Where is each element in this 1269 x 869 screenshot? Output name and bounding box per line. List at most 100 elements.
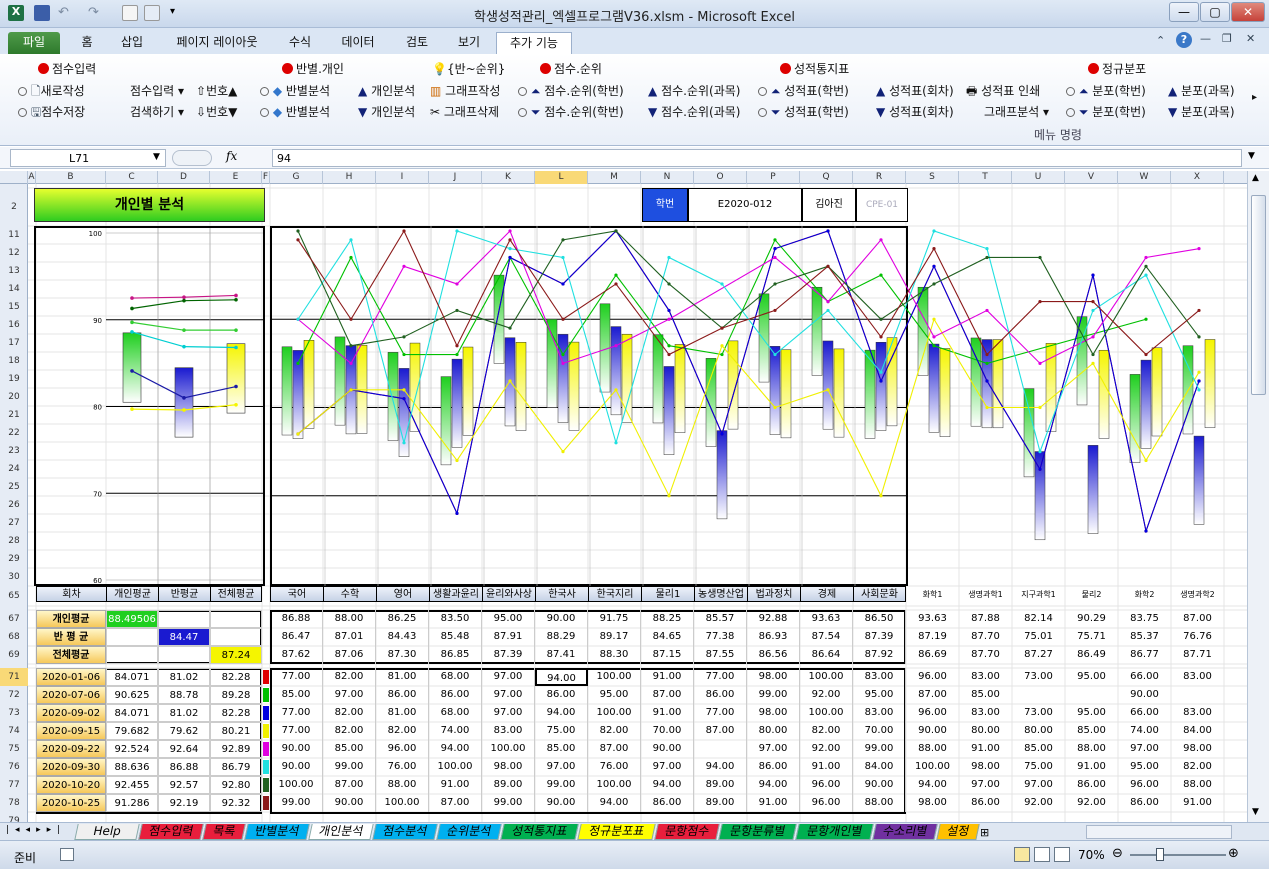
row-header-72[interactable]: 72 bbox=[0, 686, 28, 704]
score-cell[interactable]: 97.00 bbox=[747, 740, 800, 758]
score-cell[interactable]: 92.00 bbox=[800, 740, 853, 758]
sheet-tab-10[interactable]: 문항분류별 bbox=[718, 824, 797, 840]
column-header-i[interactable]: I bbox=[376, 171, 429, 184]
row-header-15[interactable]: 15 bbox=[0, 298, 28, 316]
score-cell[interactable]: 85.00 bbox=[1065, 722, 1118, 740]
score-cell[interactable]: 87.00 bbox=[906, 686, 959, 704]
column-header-a[interactable]: A bbox=[28, 171, 36, 184]
personal-analysis-b[interactable]: ▼ 개인분석 bbox=[358, 103, 415, 120]
row-header-12[interactable]: 12 bbox=[0, 244, 28, 262]
score-cell[interactable]: 86.00 bbox=[694, 686, 747, 704]
score-cell[interactable]: 77.00 bbox=[694, 704, 747, 722]
scroll-thumb[interactable] bbox=[1251, 195, 1266, 395]
dist-subject-b[interactable]: ▼ 분포(과목) bbox=[1168, 103, 1235, 120]
score-cell[interactable]: 92.00 bbox=[800, 686, 853, 704]
column-header-l[interactable]: L bbox=[535, 171, 588, 184]
score-cell[interactable]: 96.00 bbox=[376, 740, 429, 758]
select-all-corner[interactable] bbox=[0, 171, 28, 184]
score-cell[interactable]: 92.00 bbox=[1065, 794, 1118, 812]
column-header-u[interactable]: U bbox=[1012, 171, 1065, 184]
column-header-f[interactable]: F bbox=[262, 171, 270, 184]
score-cell[interactable]: 100.00 bbox=[270, 776, 323, 794]
score-row-date[interactable]: 2020-09-02 bbox=[36, 704, 106, 722]
row-header-28[interactable]: 28 bbox=[0, 532, 28, 550]
score-cell[interactable]: 82.00 bbox=[376, 722, 429, 740]
row-header-23[interactable]: 23 bbox=[0, 442, 28, 460]
maximize-button[interactable]: ▢ bbox=[1200, 2, 1230, 22]
close-button[interactable]: ✕ bbox=[1231, 2, 1265, 22]
score-cell[interactable]: 77.00 bbox=[694, 668, 747, 686]
score-cell[interactable]: 86.00 bbox=[641, 794, 694, 812]
class-rank-title[interactable]: 💡{반~순위} bbox=[432, 60, 505, 77]
score-cell[interactable]: 76.00 bbox=[376, 758, 429, 776]
score-cell[interactable]: 99.00 bbox=[747, 686, 800, 704]
tab-home[interactable]: 홈 bbox=[70, 32, 104, 54]
score-cell[interactable]: 74.00 bbox=[429, 722, 482, 740]
score-row-date[interactable]: 2020-07-06 bbox=[36, 686, 106, 704]
score-cell[interactable]: 88.00 bbox=[906, 740, 959, 758]
dist-id-a[interactable]: ⏶ 분포(학번) bbox=[1066, 82, 1146, 99]
score-cell[interactable]: 100.00 bbox=[800, 668, 853, 686]
score-cell[interactable]: 87.00 bbox=[429, 794, 482, 812]
score-rank-title[interactable]: 점수.순위 bbox=[540, 60, 602, 77]
column-header-s[interactable]: S bbox=[906, 171, 959, 184]
personal-analysis-a[interactable]: ▲ 개인분석 bbox=[358, 82, 415, 99]
score-cell[interactable]: 85.00 bbox=[1012, 740, 1065, 758]
score-cell[interactable]: 97.00 bbox=[482, 668, 535, 686]
score-cell[interactable]: 82.00 bbox=[1171, 758, 1224, 776]
scroll-up-icon[interactable]: ▲ bbox=[1252, 173, 1259, 183]
sheet-tab-5[interactable]: 점수분석 bbox=[372, 824, 438, 840]
search-dropdown[interactable]: 검색하기 ▾ bbox=[130, 103, 184, 120]
score-cell[interactable]: 83.00 bbox=[1171, 668, 1224, 686]
score-cell[interactable]: 90.00 bbox=[535, 794, 588, 812]
number-up-button[interactable]: ⇧번호▲ bbox=[196, 82, 237, 99]
number-down-button[interactable]: ⇩번호▼ bbox=[196, 103, 237, 120]
row-header-76[interactable]: 76 bbox=[0, 758, 28, 776]
column-header-e[interactable]: E bbox=[210, 171, 262, 184]
row-header-14[interactable]: 14 bbox=[0, 280, 28, 298]
score-cell[interactable]: 81.00 bbox=[376, 704, 429, 722]
sheet-tab-7[interactable]: 성적통지표 bbox=[500, 824, 579, 840]
doc-minimize-icon[interactable]: — bbox=[1200, 32, 1211, 45]
score-cell[interactable]: 70.00 bbox=[853, 722, 906, 740]
score-rank-subject-a[interactable]: ▲ 점수.순위(과목) bbox=[648, 82, 740, 99]
score-cell[interactable]: 86.00 bbox=[1118, 794, 1171, 812]
row-header-25[interactable]: 25 bbox=[0, 478, 28, 496]
row-header-65[interactable]: 65 bbox=[0, 586, 28, 606]
column-header-q[interactable]: Q bbox=[800, 171, 853, 184]
score-cell[interactable]: 89.00 bbox=[482, 776, 535, 794]
row-header-77[interactable]: 77 bbox=[0, 776, 28, 794]
formula-input[interactable]: 94 bbox=[272, 149, 1242, 167]
score-cell[interactable]: 74.00 bbox=[1118, 722, 1171, 740]
score-cell[interactable]: 89.00 bbox=[694, 776, 747, 794]
row-header-75[interactable]: 75 bbox=[0, 740, 28, 758]
tab-formulas[interactable]: 수식 bbox=[280, 32, 320, 54]
sheet-tab-8[interactable]: 정규분포표 bbox=[577, 824, 656, 840]
score-cell[interactable]: 100.00 bbox=[588, 704, 641, 722]
graph-delete-button[interactable]: ✂ 그래프삭제 bbox=[430, 103, 499, 120]
score-cell[interactable]: 87.00 bbox=[641, 686, 694, 704]
tab-addins[interactable]: 추가 기능 bbox=[496, 32, 572, 54]
score-cell[interactable]: 95.00 bbox=[1065, 668, 1118, 686]
score-cell[interactable]: 73.00 bbox=[1012, 704, 1065, 722]
score-save-item[interactable]: 🖫점수저장 bbox=[18, 103, 85, 124]
formula-slider[interactable] bbox=[172, 150, 212, 166]
score-cell[interactable]: 84.00 bbox=[1171, 722, 1224, 740]
score-row-date[interactable]: 2020-10-25 bbox=[36, 794, 106, 812]
score-cell[interactable]: 66.00 bbox=[1118, 704, 1171, 722]
score-cell[interactable]: 95.00 bbox=[1065, 704, 1118, 722]
row-header-68[interactable]: 68 bbox=[0, 628, 28, 646]
score-cell[interactable]: 87.00 bbox=[588, 740, 641, 758]
help-icon[interactable]: ? bbox=[1176, 32, 1192, 48]
doc-restore-icon[interactable]: ❐ bbox=[1222, 32, 1232, 45]
score-cell[interactable]: 95.00 bbox=[1118, 758, 1171, 776]
graph-analysis-dropdown[interactable]: 그래프분석 ▾ bbox=[984, 103, 1049, 120]
score-row-date[interactable]: 2020-09-15 bbox=[36, 722, 106, 740]
score-cell[interactable]: 95.00 bbox=[588, 686, 641, 704]
score-cell[interactable]: 97.00 bbox=[1012, 776, 1065, 794]
tab-nav-arrows-icon[interactable]: |◂◂▸▸| bbox=[6, 825, 66, 835]
score-cell[interactable]: 91.00 bbox=[641, 668, 694, 686]
score-cell[interactable]: 90.00 bbox=[906, 722, 959, 740]
column-header-p[interactable]: P bbox=[747, 171, 800, 184]
score-cell[interactable]: 96.00 bbox=[1118, 776, 1171, 794]
